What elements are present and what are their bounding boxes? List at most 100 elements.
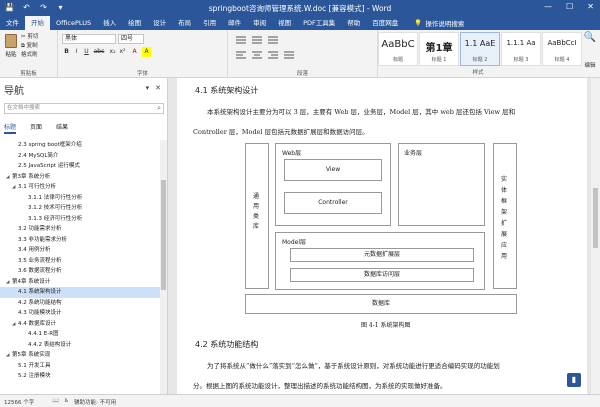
maximize-icon[interactable]: ☐ [566,2,573,11]
ribbon-tabs: 文件 开始 OfficePLUS 插入 绘图 设计 布局 引用 邮件 审阅 视图… [0,16,600,30]
nav-heading-item[interactable]: 5.2 注册模块 [0,371,160,382]
document-scroll-thumb[interactable] [593,188,598,248]
diagram-data-access: 数据库访问层 [290,268,474,282]
diagram-web-layer: Web层 View Controller [275,143,391,226]
style-heading-2[interactable]: 1.1 AaE 标题 2 [460,32,500,66]
style-heading-4[interactable]: AaBbCcI 标题 4 [542,32,582,66]
nav-tab-headings[interactable]: 标题 [4,122,17,134]
nav-close-icon[interactable]: ✕ [155,84,161,92]
italic-button[interactable]: I [72,47,81,57]
style-heading-3[interactable]: 1.1.1 Aa 标题 3 [501,32,541,66]
word-count[interactable]: 12566 个字 [4,398,34,406]
navigation-pane: 导航 ▾ ✕ 在文档中搜索 ⌕ 标题 页面 结果 2.3 spring boot… [0,78,168,394]
paragraph-1-line-2: Controller 层，Model 层包括元数据扩展层和数据访问层。 [193,128,369,136]
nav-heading-item[interactable]: 3.1.2 技术可行性分析 [0,203,160,214]
nav-heading-item[interactable]: 3.6 数据流程分析 [0,266,160,277]
editing-group-label: 编辑 [584,63,596,69]
clipboard-icon [5,34,17,48]
strikethrough-button[interactable]: abc [92,47,106,57]
cut-button[interactable]: ✂ 剪切 [21,33,38,42]
subscript-button[interactable]: x₂ [108,47,117,57]
tab-draw[interactable]: 绘图 [122,16,147,30]
nav-heading-item[interactable]: 3.5 业务流程分析 [0,256,160,267]
nav-heading-item[interactable]: 3.1.3 经济可行性分析 [0,214,160,225]
nav-heading-label: 4.3 功能模块设计 [18,310,62,316]
tell-me-search[interactable]: 💡 操作说明搜索 [404,18,464,28]
bold-button[interactable]: B [62,47,71,57]
diagram-model-layer: Model层 元数据扩展层 数据库访问层 [275,232,485,290]
nav-heading-item[interactable]: 4.3 功能模块设计 [0,308,160,319]
document-scrollbar[interactable] [591,78,600,394]
nav-heading-item[interactable]: 4.1 系统架构设计 [0,287,160,298]
font-size-select[interactable]: 四号 [118,34,144,44]
nav-scrollbar[interactable] [160,140,167,394]
tab-view[interactable]: 视图 [272,16,297,30]
nav-heading-item[interactable]: ◢ 第4章 系统设计 [0,277,160,288]
diagram-common-library: 通用类库 [245,143,269,289]
tab-file[interactable]: 文件 [0,16,25,30]
format-painter-button[interactable]: 格式刷 [21,51,38,60]
copy-button[interactable]: ⧉ 复制 [21,42,38,51]
style-heading-1[interactable]: 第1章 标题 1 [419,32,459,66]
tab-officeplus[interactable]: OfficePLUS [50,16,97,30]
nav-tab-pages[interactable]: 页面 [30,122,42,134]
nav-heading-item[interactable]: 4.4.1 E-R图 [0,329,160,340]
lightbulb-icon: 💡 [414,19,423,27]
diagram-controller: Controller [284,192,382,214]
underline-button[interactable]: U [82,47,91,57]
font-name-select[interactable]: 黑体 [62,34,116,44]
editing-group[interactable]: 🔍 编辑 [580,32,600,69]
close-icon[interactable]: ✕ [587,2,594,11]
superscript-button[interactable]: x² [118,47,127,57]
tab-home[interactable]: 开始 [25,16,50,30]
tell-me-label: 操作说明搜索 [425,20,465,28]
status-bar: 12566 个字 📖 ♿ 辅助功能: 不可用 [0,394,600,407]
nav-heading-item[interactable]: 4.2 系统功能结构 [0,298,160,309]
font-color-button[interactable]: A [130,47,139,57]
paragraph-controls-icon[interactable] [234,34,374,64]
tab-insert[interactable]: 插入 [97,16,122,30]
nav-heading-item[interactable]: 3.1.1 法律可行性分析 [0,193,160,204]
nav-options-icon[interactable]: ▾ [146,84,150,92]
paste-button[interactable]: 粘贴 [3,34,19,60]
nav-heading-item[interactable]: 5.1 开发工具 [0,361,160,372]
nav-heading-item[interactable]: ◢ 第3章 系统分析 [0,172,160,183]
paragraph-1-line-1: 本系统架构设计主要分为可以 3 层，主要有 Web 层，业务层，Model 层，… [207,108,516,116]
nav-heading-item[interactable]: 2.3 spring boot框架介绍 [0,140,160,151]
tab-references[interactable]: 引用 [197,16,222,30]
tab-pdf-tools[interactable]: PDF工具集 [297,16,341,30]
paragraph-group-label: 段落 [296,71,308,77]
nav-heading-item[interactable]: ◢ 4.4 数据库设计 [0,319,160,330]
bookmark-icon[interactable]: ▮ [567,373,581,387]
tab-mailings[interactable]: 邮件 [222,16,247,30]
nav-heading-item[interactable]: 3.2 功能需求分析 [0,224,160,235]
nav-heading-item[interactable]: 4.4.2 表结构设计 [0,340,160,351]
nav-heading-label: 3.1.3 经济可行性分析 [28,215,83,222]
highlight-button[interactable]: A [142,47,151,57]
tab-review[interactable]: 审阅 [247,16,272,30]
document-page[interactable]: 4.1 系统架构设计 本系统架构设计主要分为可以 3 层，主要有 Web 层，业… [177,78,587,394]
nav-tab-results[interactable]: 结果 [56,122,68,134]
nav-heading-item[interactable]: 2.5 JavaScript 运行模式 [0,161,160,172]
nav-title: 导航 [4,86,24,97]
nav-heading-item[interactable]: 3.3 非功能需求分析 [0,235,160,246]
tab-design[interactable]: 设计 [147,16,172,30]
window-controls: — ☐ ✕ [544,2,594,11]
minimize-icon[interactable]: — [544,2,552,11]
accessibility-status[interactable]: 辅助功能: 不可用 [74,398,116,406]
nav-heading-item[interactable]: ◢ 第5章 系统实现 [0,350,160,361]
nav-heading-item[interactable]: 2.4 MySQL简介 [0,151,160,162]
nav-scroll-thumb[interactable] [161,180,166,290]
nav-heading-label: 5.2 注册模块 [18,373,51,379]
style-title[interactable]: AaBbC 标题 [378,32,418,66]
nav-heading-item[interactable]: ◢ 3.1 可行性分析 [0,182,160,193]
window-title: springboot咨询师管理系统.W.doc [兼容模式] - Word [208,4,392,13]
nav-heading-item[interactable]: 3.4 用例分析 [0,245,160,256]
proofing-icon[interactable]: 📖 [52,398,59,404]
tab-layout[interactable]: 布局 [172,16,197,30]
tab-help[interactable]: 帮助 [341,16,366,30]
styles-group-label: 样式 [472,70,484,76]
nav-search-input[interactable]: 在文档中搜索 ⌕ [4,103,164,114]
tab-baidu-netdisk[interactable]: 百度网盘 [366,16,404,30]
search-icon[interactable]: ⌕ [157,104,161,113]
